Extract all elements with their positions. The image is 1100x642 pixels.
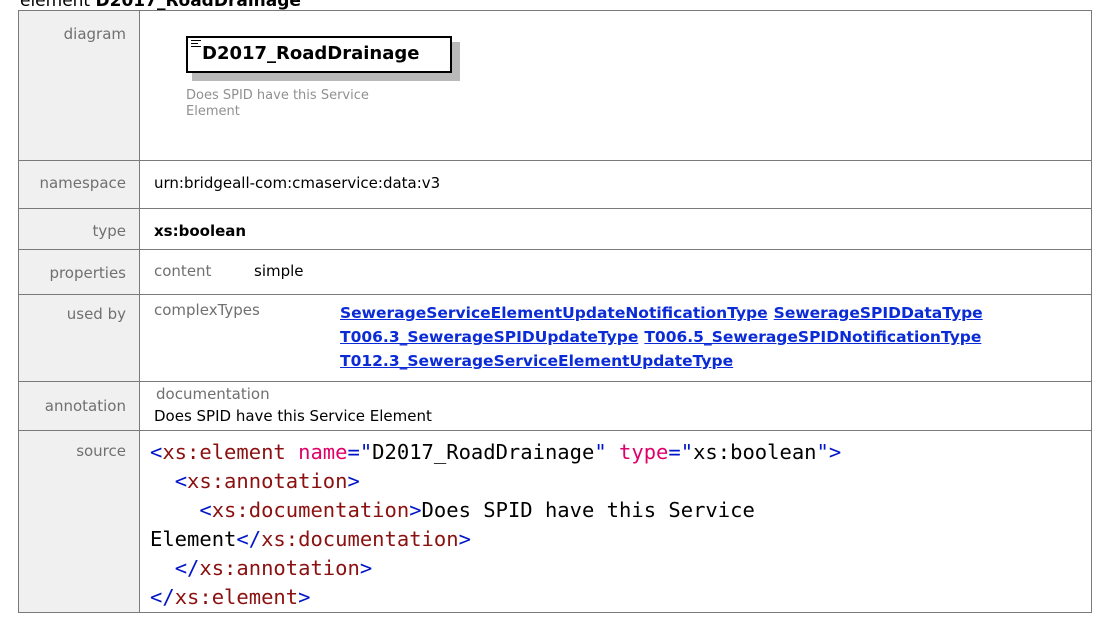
row-annotation: annotation documentation Does SPID have … — [18, 381, 1092, 431]
used-by-content: complexTypes SewerageServiceElementUpdat… — [154, 295, 1091, 373]
row-namespace: namespace urn:bridgeall-com:cmaservice:d… — [18, 160, 1092, 209]
type-value: xs:boolean — [154, 222, 247, 240]
row-source: source <xs:element name="D2017_RoadDrain… — [18, 430, 1092, 613]
label-namespace: namespace — [18, 160, 140, 209]
annotation-key: documentation — [156, 385, 270, 403]
used-by-link[interactable]: T012.3_SewerageServiceElementUpdateType — [340, 352, 733, 370]
diagram-annotation-note: Does SPID have this Service Element — [186, 88, 369, 119]
properties-key: content — [154, 262, 212, 280]
used-by-link[interactable]: T006.5_SewerageSPIDNotificationType — [644, 328, 981, 346]
diagram: D2017_RoadDrainage Does SPID have this S… — [154, 11, 1091, 160]
label-diagram: diagram — [18, 10, 140, 161]
row-used-by: used by complexTypes SewerageServiceElem… — [18, 294, 1092, 382]
label-annotation: annotation — [18, 381, 140, 431]
source-code: <xs:element name="D2017_RoadDrainage" ty… — [150, 440, 842, 609]
used-by-links: SewerageServiceElementUpdateNotification… — [340, 301, 1091, 373]
label-source: source — [18, 430, 140, 613]
namespace-value: urn:bridgeall-com:cmaservice:data:v3 — [154, 174, 441, 192]
properties-content: content simple — [154, 250, 1091, 280]
diagram-element-name: D2017_RoadDrainage — [202, 43, 420, 64]
row-diagram: diagram D2017_RoadDrainage Does SPID hav… — [18, 10, 1092, 161]
row-properties: properties content simple — [18, 249, 1092, 295]
label-used-by: used by — [18, 294, 140, 382]
element-lines-icon — [191, 40, 201, 50]
used-by-link[interactable]: T006.3_SewerageSPIDUpdateType — [340, 328, 638, 346]
label-properties: properties — [18, 249, 140, 295]
schema-doc-table: diagram D2017_RoadDrainage Does SPID hav… — [18, 10, 1092, 613]
used-by-link[interactable]: SewerageServiceElementUpdateNotification… — [340, 304, 768, 322]
properties-value: simple — [254, 262, 304, 280]
used-by-key: complexTypes — [154, 301, 260, 319]
annotation-value: Does SPID have this Service Element — [154, 407, 432, 425]
label-type: type — [18, 208, 140, 250]
diagram-element-box[interactable]: D2017_RoadDrainage — [186, 36, 452, 73]
used-by-link[interactable]: SewerageSPIDDataType — [774, 304, 983, 322]
row-type: type xs:boolean — [18, 208, 1092, 250]
diagram-cell: D2017_RoadDrainage Does SPID have this S… — [139, 10, 1092, 161]
